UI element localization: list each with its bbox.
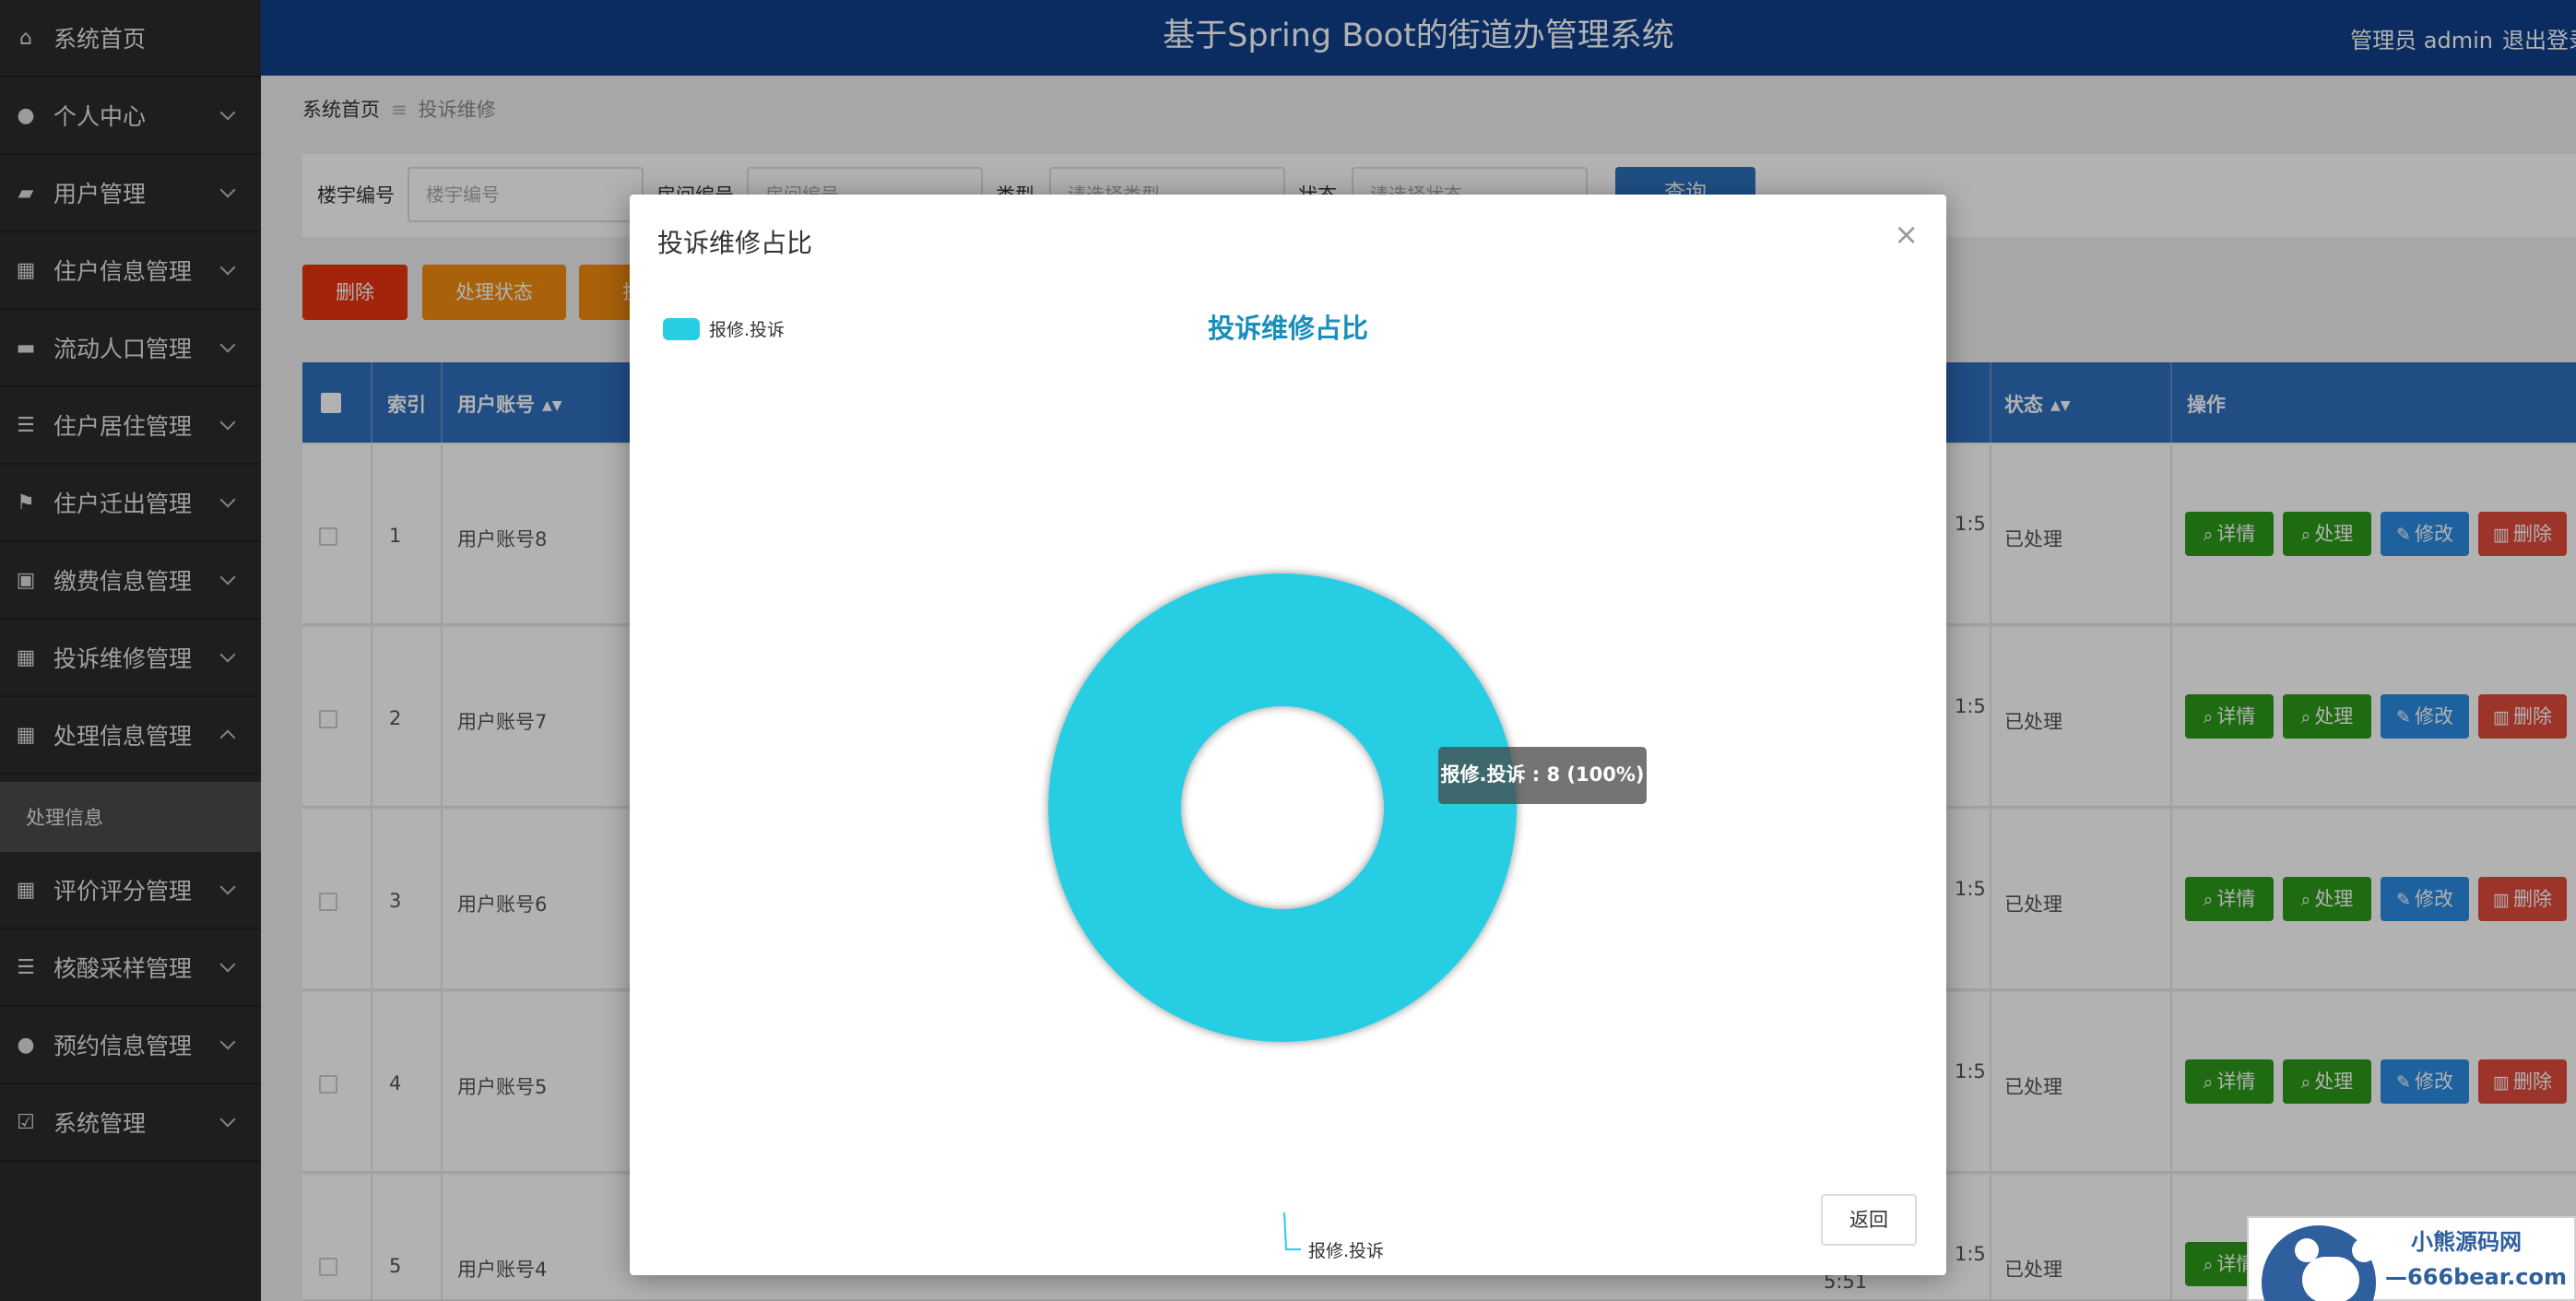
watermark-text: 小熊源码网 [2411, 1229, 2522, 1255]
slice-label: 报修.投诉 [1308, 1241, 1384, 1261]
chart-modal: 投诉维修占比 × 报修.投诉 投诉维修占比 报修.投诉 报修.投诉 : 8 (1… [630, 195, 1946, 1275]
pie-slice-0[interactable] [1048, 574, 1517, 1042]
bear-logo-icon [2262, 1225, 2376, 1301]
chart-tooltip: 报修.投诉 : 8 (100%) [1438, 747, 1647, 804]
slice-label-line [1283, 1212, 1301, 1250]
return-button[interactable]: 返回 [1821, 1194, 1917, 1246]
watermark-url: —666bear.com— [2385, 1264, 2568, 1301]
watermark: 小熊源码网 —666bear.com— [2247, 1216, 2576, 1301]
chart-canvas: 报修.投诉 [1048, 574, 1517, 1261]
